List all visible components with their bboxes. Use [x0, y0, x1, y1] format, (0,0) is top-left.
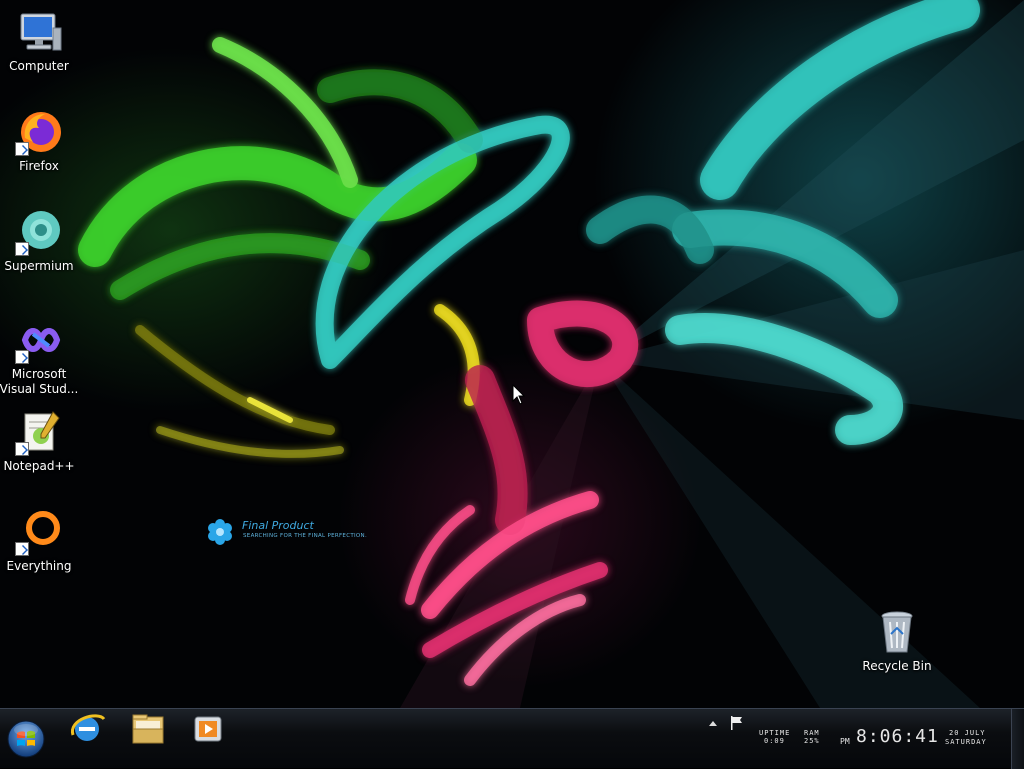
shortcut-arrow-icon [15, 242, 29, 256]
recycle-bin-icon [873, 608, 921, 656]
clock-day: SATURDAY [945, 738, 987, 746]
clock-time[interactable]: 8:06:41 [856, 726, 939, 747]
desktop-icon-label: Recycle Bin [862, 659, 932, 673]
desktop-icon-computer[interactable]: Computer [0, 8, 81, 74]
shortcut-arrow-icon [15, 142, 29, 156]
desktop-icon-notepadpp[interactable]: Notepad++ [0, 408, 81, 474]
internet-explorer-icon [71, 714, 106, 741]
desktop-icon-label: Notepad++ [3, 459, 75, 473]
clock-ampm: PM [840, 737, 850, 746]
gadget-title: Final Product [242, 519, 314, 532]
system-tray: UPTIME 0:09 RAM 25% PM 8:06:41 20 JULY S… [700, 709, 1024, 769]
desktop-icon-firefox[interactable]: Firefox [0, 108, 81, 174]
action-center-flag-icon[interactable] [729, 715, 745, 731]
start-button[interactable] [6, 719, 46, 759]
media-player-icon [194, 716, 222, 742]
taskbar-windows-explorer[interactable] [125, 711, 171, 749]
desktop-icon-recycle-bin[interactable]: Recycle Bin [855, 608, 939, 674]
everything-icon [15, 508, 63, 556]
uptime-label: UPTIME [759, 729, 791, 737]
desktop-wallpaper [0, 0, 1024, 708]
final-product-gadget[interactable]: Final Product SEARCHING FOR THE FINAL PE… [205, 517, 367, 551]
taskbar-internet-explorer[interactable] [64, 711, 110, 749]
shortcut-arrow-icon [15, 350, 29, 364]
gadget-subtitle: SEARCHING FOR THE FINAL PERFECTION. [243, 533, 368, 539]
desktop-icon-label: Everything [6, 559, 72, 573]
shortcut-arrow-icon [15, 542, 29, 556]
ram-label: RAM [804, 729, 820, 737]
taskbar: UPTIME 0:09 RAM 25% PM 8:06:41 20 JULY S… [0, 708, 1024, 769]
show-hidden-icons-icon[interactable] [708, 719, 718, 727]
desktop-icon-label: Firefox [19, 159, 59, 173]
clock-date: 20 JULY [949, 729, 986, 737]
windows-start-orb-icon [7, 720, 45, 758]
notepadpp-icon [15, 408, 63, 456]
visual-studio-icon [15, 316, 63, 364]
desktop-icon-label: Computer [9, 59, 69, 73]
desktop-icon-label: Microsoft Visual Stud... [0, 367, 79, 396]
computer-icon [15, 8, 63, 56]
firefox-icon [15, 108, 63, 156]
shortcut-arrow-icon [15, 442, 29, 456]
show-desktop-button[interactable] [1011, 709, 1024, 769]
taskbar-media-player[interactable] [185, 711, 231, 749]
folder-icon [132, 714, 164, 744]
wallpaper-art [78, 0, 1024, 708]
desktop-icon-supermium[interactable]: Supermium [0, 208, 81, 274]
mouse-cursor-icon [512, 384, 526, 405]
supermium-icon [15, 208, 63, 256]
desktop-icon-visual-studio[interactable]: Microsoft Visual Stud... [0, 316, 81, 397]
desktop-icon-label: Supermium [4, 259, 74, 273]
uptime-value: 0:09 [764, 737, 785, 745]
flower-logo-icon [208, 519, 232, 545]
desktop-icon-everything[interactable]: Everything [0, 508, 81, 574]
ram-value: 25% [804, 737, 820, 745]
